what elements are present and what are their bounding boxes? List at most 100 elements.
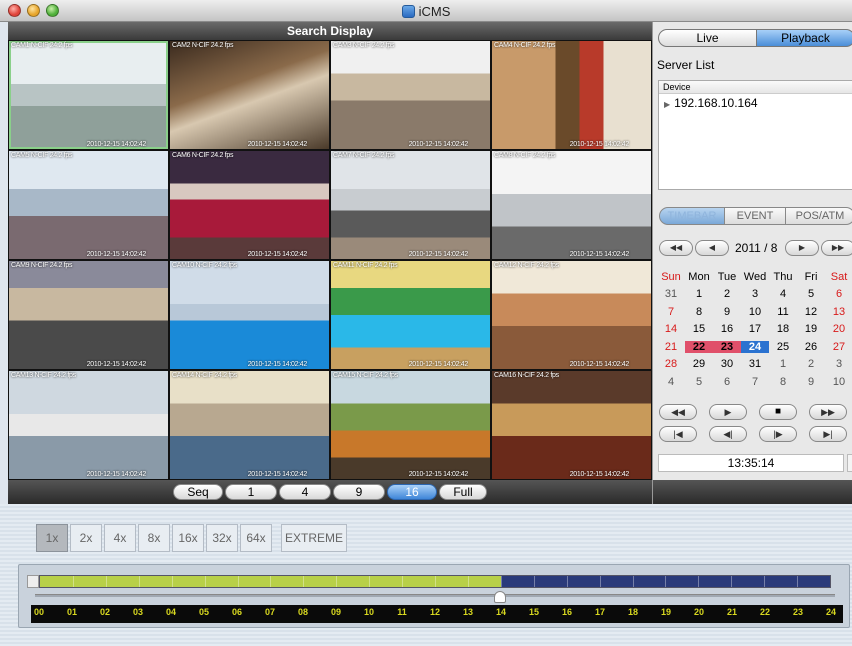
camera-tile[interactable]: CAM7 N-CIF 24.2 fps 2010-12-15 14:02:42 (331, 151, 490, 259)
camera-tile[interactable]: CAM9 N-CIF 24.2 fps 2010-12-15 14:02:42 (9, 261, 168, 369)
calendar-day[interactable]: 6 (713, 376, 741, 388)
playback-button[interactable]: Playback (756, 29, 852, 47)
camera-tile[interactable]: CAM4 N-CIF 24.2 fps 2010-12-15 14:02:42 (492, 41, 651, 149)
play-icon[interactable]: ▶ (709, 404, 747, 420)
layout-button-9[interactable]: 9 (333, 484, 385, 500)
calendar-day[interactable]: 28 (657, 358, 685, 370)
prev-year-button[interactable]: ◀◀ (659, 240, 693, 256)
calendar-day[interactable]: 7 (741, 376, 769, 388)
calendar-day[interactable]: 12 (797, 306, 825, 318)
device-column-header[interactable]: Device (659, 81, 852, 94)
camera-tile[interactable]: CAM12 N-CIF 24.2 fps 2010-12-15 14:02:42 (492, 261, 651, 369)
calendar-day[interactable]: 8 (769, 376, 797, 388)
rewind-icon[interactable]: ◀◀ (659, 404, 697, 420)
speed-button-4x[interactable]: 4x (104, 524, 136, 552)
calendar-day[interactable]: 24 (741, 340, 769, 353)
calendar-day[interactable]: 20 (825, 323, 852, 335)
calendar-day[interactable]: 21 (657, 341, 685, 353)
device-item[interactable]: ▶ 192.168.10.164 (659, 94, 852, 110)
speed-button-8x[interactable]: 8x (138, 524, 170, 552)
camera-tile[interactable]: CAM6 N-CIF 24.2 fps 2010-12-15 14:02:42 (170, 151, 329, 259)
layout-button-4[interactable]: 4 (279, 484, 331, 500)
calendar-day[interactable]: 26 (797, 341, 825, 353)
recording-bar[interactable] (39, 575, 831, 588)
calendar-day[interactable]: 7 (657, 306, 685, 318)
speed-button-64x[interactable]: 64x (240, 524, 272, 552)
camera-tile[interactable]: CAM3 N-CIF 24.2 fps 2010-12-15 14:02:42 (331, 41, 490, 149)
next-year-button[interactable]: ▶▶ (821, 240, 852, 256)
calendar-day[interactable]: 29 (685, 358, 713, 370)
calendar-day[interactable]: 22 (685, 340, 713, 353)
time-stepper[interactable] (847, 454, 852, 472)
calendar-day[interactable]: 2 (797, 358, 825, 370)
calendar-day[interactable]: 5 (797, 288, 825, 300)
tab-pos-atm[interactable]: POS/ATM (785, 207, 852, 225)
calendar-day[interactable]: 16 (713, 323, 741, 335)
speed-button-extreme[interactable]: EXTREME (281, 524, 347, 552)
camera-tile[interactable]: CAM14 N-CIF 24.2 fps 2010-12-15 14:02:42 (170, 371, 329, 479)
camera-label: CAM14 N-CIF 24.2 fps (172, 372, 237, 379)
calendar-day[interactable]: 1 (685, 288, 713, 300)
calendar-day[interactable]: 10 (825, 376, 852, 388)
calendar-day[interactable]: 8 (685, 306, 713, 318)
layout-button-full[interactable]: Full (439, 484, 487, 500)
calendar-day[interactable]: 1 (769, 358, 797, 370)
calendar-day[interactable]: 4 (769, 288, 797, 300)
calendar-day[interactable]: 13 (825, 306, 852, 318)
camera-tile[interactable]: CAM2 N-CIF 24.2 fps 2010-12-15 14:02:42 (170, 41, 329, 149)
camera-tile[interactable]: CAM1 N-CIF 24.2 fps 2010-12-15 14:02:42 (9, 41, 168, 149)
skip-to-end-icon[interactable]: ▶| (809, 426, 847, 442)
timeline-cursor[interactable] (493, 591, 506, 603)
calendar-day[interactable]: 27 (825, 341, 852, 353)
speed-button-32x[interactable]: 32x (206, 524, 238, 552)
calendar-day[interactable]: 5 (685, 376, 713, 388)
camera-tile[interactable]: CAM11 N-CIF 24.2 fps 2010-12-15 14:02:42 (331, 261, 490, 369)
calendar-day[interactable]: 11 (769, 306, 797, 318)
speed-button-16x[interactable]: 16x (172, 524, 204, 552)
calendar-day[interactable]: 15 (685, 323, 713, 335)
live-button[interactable]: Live (658, 29, 757, 47)
speed-button-2x[interactable]: 2x (70, 524, 102, 552)
prev-month-button[interactable]: ◀ (695, 240, 729, 256)
calendar-day[interactable]: 31 (657, 288, 685, 300)
camera-tile[interactable]: CAM16 N-CIF 24.2 fps 2010-12-15 14:02:42 (492, 371, 651, 479)
disclosure-triangle-icon[interactable]: ▶ (664, 100, 670, 109)
calendar-day[interactable]: 2 (713, 288, 741, 300)
camera-tile[interactable]: CAM5 N-CIF 24.2 fps 2010-12-15 14:02:42 (9, 151, 168, 259)
calendar-day[interactable]: 9 (797, 376, 825, 388)
layout-button-1[interactable]: 1 (225, 484, 277, 500)
speed-button-1x[interactable]: 1x (36, 524, 68, 552)
camera-label: CAM13 N-CIF 24.2 fps (11, 372, 76, 379)
step-back-icon[interactable]: ◀| (709, 426, 747, 442)
calendar-day[interactable]: 10 (741, 306, 769, 318)
skip-to-start-icon[interactable]: |◀ (659, 426, 697, 442)
timeline-track[interactable] (35, 594, 835, 597)
layout-button-seq[interactable]: Seq (173, 484, 223, 500)
tab-event[interactable]: EVENT (724, 207, 786, 225)
calendar-day[interactable]: 3 (741, 288, 769, 300)
camera-tile[interactable]: CAM13 N-CIF 24.2 fps 2010-12-15 14:02:42 (9, 371, 168, 479)
calendar-week: 28 29 30 31 1 2 3 (657, 356, 852, 374)
calendar-day[interactable]: 23 (713, 340, 741, 353)
camera-tile[interactable]: CAM10 N-CIF 24.2 fps 2010-12-15 14:02:42 (170, 261, 329, 369)
calendar-day[interactable]: 4 (657, 376, 685, 388)
calendar-day[interactable]: 9 (713, 306, 741, 318)
fast-forward-icon[interactable]: ▶▶ (809, 404, 847, 420)
timeline-start-handle[interactable] (27, 575, 39, 588)
calendar-day[interactable]: 3 (825, 358, 852, 370)
tab-timebar[interactable]: TIMEBAR (659, 207, 725, 225)
next-month-button[interactable]: ▶ (785, 240, 819, 256)
stop-icon[interactable]: ■ (759, 404, 797, 420)
step-forward-icon[interactable]: |▶ (759, 426, 797, 442)
calendar-day[interactable]: 31 (741, 358, 769, 370)
calendar-day[interactable]: 30 (713, 358, 741, 370)
calendar-day[interactable]: 17 (741, 323, 769, 335)
calendar-day[interactable]: 18 (769, 323, 797, 335)
calendar-day[interactable]: 6 (825, 288, 852, 300)
calendar-day[interactable]: 19 (797, 323, 825, 335)
calendar-day[interactable]: 25 (769, 341, 797, 353)
layout-button-16[interactable]: 16 (387, 484, 437, 500)
camera-tile[interactable]: CAM15 N-CIF 24.2 fps 2010-12-15 14:02:42 (331, 371, 490, 479)
calendar-day[interactable]: 14 (657, 323, 685, 335)
camera-tile[interactable]: CAM8 N-CIF 24.2 fps 2010-12-15 14:02:42 (492, 151, 651, 259)
